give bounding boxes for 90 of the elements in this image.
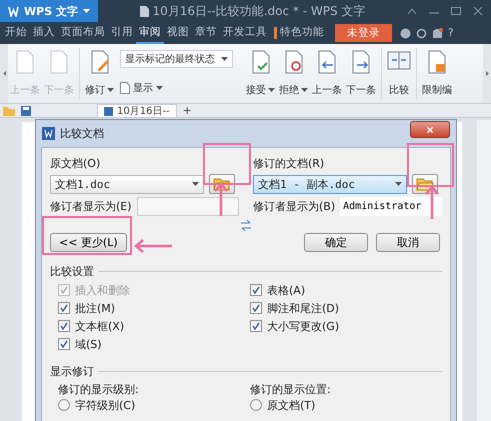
author-field[interactable]: Administrator — [340, 197, 442, 216]
checkbox-option[interactable]: 域(S) — [58, 336, 250, 352]
window-title: 10月16日--比较功能.doc * - WPS 文字 — [152, 2, 366, 20]
radio-button[interactable] — [250, 399, 262, 411]
cancel-button[interactable]: 取消 — [376, 233, 440, 252]
ribbon-button[interactable]: 接受 — [244, 44, 277, 103]
checkbox-option[interactable]: 批注(M) — [58, 300, 250, 316]
checkbox-option[interactable]: 脚注和尾注(D) — [250, 300, 442, 316]
document-tab[interactable]: 10月16日-- — [97, 104, 177, 117]
ribbon-button[interactable]: 修订 — [83, 44, 116, 103]
field-label: 修订的文档(R) — [253, 156, 326, 171]
menu-tab[interactable]: 特色功能 — [277, 22, 327, 44]
checkbox-option[interactable]: 表格(A) — [250, 282, 442, 298]
close-icon[interactable] — [473, 7, 483, 15]
save-icon[interactable] — [21, 106, 31, 116]
menu-tab[interactable]: 视图 — [164, 22, 192, 44]
wps-logo-icon — [42, 127, 55, 140]
page-check-icon — [250, 50, 272, 74]
field-label: 原文档(O) — [50, 156, 102, 171]
maximize-icon[interactable] — [451, 7, 461, 15]
section-title: 比较设置 — [50, 264, 95, 279]
checkbox[interactable] — [250, 320, 262, 332]
caret-icon — [221, 57, 228, 61]
checkbox[interactable] — [58, 320, 70, 332]
check-icon — [60, 304, 68, 312]
app-menu-button[interactable]: WPS 文字 — [0, 0, 98, 22]
collapse-icon[interactable] — [407, 7, 417, 15]
check-icon — [252, 286, 260, 294]
ribbon-button[interactable]: 下一条 — [344, 44, 378, 103]
menu-tab[interactable]: 章节 — [192, 22, 220, 44]
caret-icon — [395, 182, 402, 186]
ok-button[interactable]: 确定 — [304, 233, 368, 252]
check-icon — [252, 304, 260, 312]
checkbox[interactable] — [250, 302, 262, 314]
caret-icon — [192, 182, 199, 186]
menu-tab[interactable]: 引用 — [108, 22, 136, 44]
highlight-frame — [407, 143, 454, 187]
radio-option[interactable]: 字符级别(C) — [58, 397, 250, 413]
arrow — [134, 239, 172, 253]
checkbox[interactable] — [58, 338, 70, 350]
menu-tab[interactable]: 开始 — [2, 22, 30, 44]
menu-tab[interactable]: 开发工具 — [220, 22, 270, 44]
scroll-right-icon[interactable] — [486, 71, 488, 76]
caret-icon — [268, 88, 275, 92]
new-tab-button[interactable]: + — [182, 104, 192, 117]
wps-logo-icon — [104, 106, 113, 116]
section-title: 显示修订 — [50, 364, 95, 379]
less-button[interactable]: << 更少(L) — [50, 233, 127, 252]
markup-dropdown[interactable]: 显示标记的最终状态 — [120, 50, 233, 68]
checkbox-option[interactable]: 大小写更改(G) — [250, 318, 442, 334]
radio-option[interactable]: 原文档(T) — [250, 397, 442, 413]
check-icon — [60, 322, 68, 330]
check-icon — [60, 340, 68, 348]
checkbox[interactable] — [58, 302, 70, 314]
check-icon — [60, 286, 68, 294]
dialog-title: 比较文档 — [60, 126, 104, 141]
help-icon[interactable]: ? — [448, 27, 454, 39]
login-button[interactable]: 未登录 — [335, 24, 392, 42]
menu-tab[interactable]: 页面布局 — [58, 22, 108, 44]
page-icon — [120, 82, 130, 94]
arrow — [425, 185, 439, 219]
field-label: 修订者显示为(E) — [50, 199, 132, 214]
document-dropdown[interactable]: 文档1.doc — [50, 174, 204, 194]
check-icon — [252, 322, 260, 330]
caret-icon — [82, 9, 90, 13]
ribbon-button[interactable]: 限制编 — [420, 44, 454, 103]
checkbox-option[interactable]: 文本框(X) — [58, 318, 250, 334]
author-field[interactable] — [136, 197, 239, 216]
caret-icon — [107, 88, 114, 92]
group-label: 修订的显示位置: — [250, 382, 332, 397]
scroll-left-icon[interactable] — [2, 71, 6, 76]
ribbon-button[interactable]: 上一条 — [310, 44, 344, 103]
menu-tab[interactable]: 插入 — [30, 22, 58, 44]
caret-icon — [301, 88, 308, 92]
field-label: 修订者显示为(B) — [253, 199, 336, 214]
ribbon-button[interactable]: 拒绝 — [277, 44, 310, 103]
wps-logo-icon — [8, 6, 19, 16]
ribbon-button[interactable]: 比较 — [385, 44, 413, 103]
page-block-icon — [282, 50, 304, 74]
checkbox[interactable] — [250, 284, 262, 296]
compare-icon — [387, 50, 411, 72]
caret-icon — [156, 86, 163, 90]
group-label: 修订的显示级别: — [58, 382, 140, 397]
radio-button[interactable] — [58, 399, 70, 411]
document-icon — [140, 6, 149, 16]
page-pencil-icon — [88, 50, 110, 74]
document-dropdown[interactable]: 文档1 - 副本.doc — [253, 174, 407, 194]
swap-icon[interactable] — [241, 220, 251, 231]
highlight-frame — [203, 143, 251, 185]
show-button[interactable]: 显示 — [120, 81, 233, 95]
